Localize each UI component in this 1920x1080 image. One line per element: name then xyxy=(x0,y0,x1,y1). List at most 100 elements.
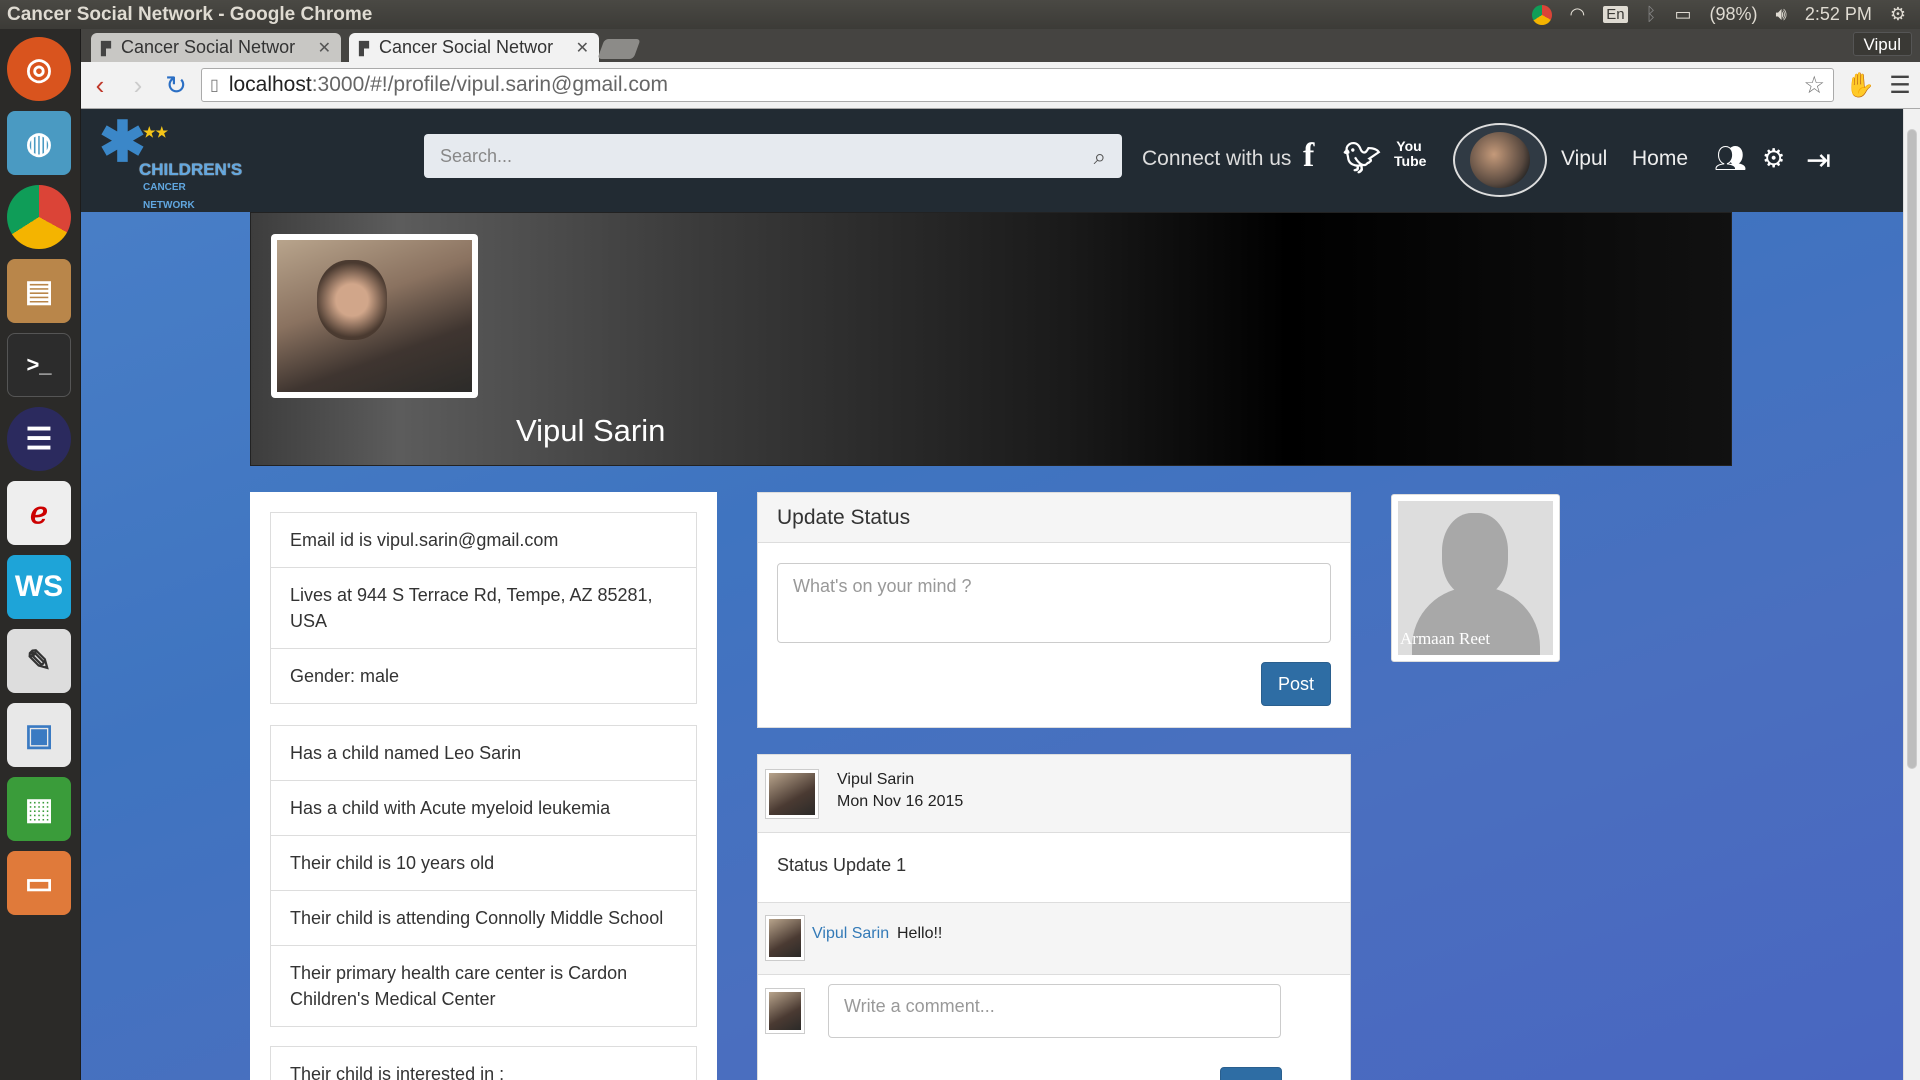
list-item: Their primary health care center is Card… xyxy=(290,963,628,1009)
youtube-icon[interactable]: You Tube xyxy=(1394,139,1426,169)
page-icon: ▯ xyxy=(210,77,219,94)
settings-icon[interactable]: ⚙ xyxy=(1762,143,1785,174)
favicon-icon: ▛ xyxy=(101,41,111,56)
list-item: Their child is 10 years old xyxy=(271,836,696,891)
profile-user-chip[interactable]: Vipul xyxy=(1852,32,1912,56)
image-viewer-icon[interactable]: ▣ xyxy=(7,703,71,767)
groups-icon[interactable]: 👥︎ xyxy=(1714,143,1747,174)
tab-close-icon[interactable]: ✕ xyxy=(318,38,331,58)
child-figure-icon: ✱ xyxy=(99,110,146,173)
profile-info-column: Email id is vipul.sarin@gmail.com Lives … xyxy=(250,492,717,1080)
search-placeholder: Search... xyxy=(440,146,513,166)
back-icon[interactable]: ‹ xyxy=(81,70,119,101)
chrome-indicator-icon[interactable] xyxy=(1531,4,1552,25)
comment-input[interactable]: Write a comment... xyxy=(828,984,1281,1038)
user-avatar[interactable] xyxy=(1453,123,1547,197)
bluetooth-icon[interactable]: ᛒ xyxy=(1646,4,1657,25)
reload-icon[interactable]: ↻ xyxy=(157,70,195,101)
list-item: Their child is attending Connolly Middle… xyxy=(271,891,696,946)
default-avatar-icon xyxy=(1442,513,1508,597)
volume-icon[interactable]: 🔊︎ xyxy=(1775,4,1786,25)
site-logo[interactable]: ★★ ✱ CHILDREN'S CANCER NETWORK xyxy=(99,110,242,212)
page-scrollbar[interactable] xyxy=(1903,109,1920,1080)
list-item: Email id is vipul.sarin@gmail.com xyxy=(271,513,696,568)
post-body: Status Update 1 xyxy=(758,833,1350,903)
address-bar[interactable]: ▯ localhost:3000/#!/profile/vipul.sarin@… xyxy=(201,68,1834,102)
new-tab-button[interactable] xyxy=(597,39,641,59)
post-author-avatar[interactable] xyxy=(765,769,819,819)
tab-inactive[interactable]: ▛ Cancer Social Networ ✕ xyxy=(91,33,341,62)
list-item: Has a child named Leo Sarin xyxy=(271,726,696,781)
commenter-avatar[interactable] xyxy=(765,988,805,1034)
update-status-panel: Update Status What's on your mind ? Post xyxy=(757,492,1351,728)
status-post: Vipul Sarin Mon Nov 16 2015 Status Updat… xyxy=(757,754,1351,1080)
search-icon[interactable]: ⌕ xyxy=(1094,144,1106,170)
wifi-icon[interactable]: ◠ xyxy=(1570,4,1586,25)
post-date: Mon Nov 16 2015 xyxy=(837,793,964,810)
list-item: Their child is interested in : xyxy=(290,1064,505,1080)
list-item: Gender: male xyxy=(290,666,400,686)
window-title: Cancer Social Network - Google Chrome xyxy=(7,3,373,25)
nav-home[interactable]: Home xyxy=(1632,147,1688,171)
files-icon[interactable]: ▤ xyxy=(7,259,71,323)
post-status-button[interactable]: Post xyxy=(1261,662,1331,706)
pdf-reader-icon[interactable]: ℯ xyxy=(7,481,71,545)
url-path: :3000/#!/profile/vipul.sarin@gmail.com xyxy=(311,73,669,96)
twitter-icon[interactable]: 🐦︎ xyxy=(1343,141,1381,176)
stars-icon: ★★ xyxy=(143,124,169,140)
os-top-bar: Cancer Social Network - Google Chrome ◠ … xyxy=(0,0,1920,29)
spreadsheet-icon[interactable]: ▦ xyxy=(7,777,71,841)
settings-gear-icon[interactable]: ⚙ xyxy=(1890,4,1906,25)
eclipse-icon[interactable]: ☰ xyxy=(7,407,71,471)
list-item: Lives at 944 S Terrace Rd, Tempe, AZ 852… xyxy=(271,568,696,649)
clock[interactable]: 2:52 PM xyxy=(1805,4,1872,25)
about-list: Email id is vipul.sarin@gmail.com Lives … xyxy=(270,512,697,704)
tab-label: Cancer Social Networ xyxy=(379,37,554,57)
status-textarea[interactable]: What's on your mind ? xyxy=(777,563,1331,643)
logout-icon[interactable]: ⇥ xyxy=(1806,143,1831,178)
friend-card[interactable]: Armaan Reet xyxy=(1391,494,1560,662)
facebook-icon[interactable]: f xyxy=(1303,137,1314,175)
profile-name: Vipul Sarin xyxy=(516,413,666,448)
list-item: Has a child with Acute myeloid leukemia xyxy=(271,781,696,836)
browser-chrome: ▛ Cancer Social Networ ✕ ▛ Cancer Social… xyxy=(81,29,1920,109)
post-header: Vipul Sarin Mon Nov 16 2015 xyxy=(758,755,1350,833)
bookmark-star-icon[interactable]: ☆ xyxy=(1803,71,1825,100)
scroll-thumb[interactable] xyxy=(1907,129,1917,769)
site-navbar: ★★ ✱ CHILDREN'S CANCER NETWORK Search...… xyxy=(81,109,1903,212)
chrome-menu-icon[interactable]: ☰ xyxy=(1880,71,1920,100)
comment-author-avatar[interactable] xyxy=(765,915,805,961)
panel-heading: Update Status xyxy=(758,493,1350,543)
tab-close-icon[interactable]: ✕ xyxy=(576,38,589,58)
network-app-icon[interactable]: ◍ xyxy=(7,111,71,175)
keyboard-layout[interactable]: En xyxy=(1603,6,1628,23)
url-host: localhost xyxy=(228,73,312,96)
comment-text: Hello!! xyxy=(897,925,943,942)
profile-cover: Vipul Sarin xyxy=(250,212,1732,466)
forward-icon[interactable]: › xyxy=(119,70,157,101)
extension-icon[interactable]: ✋ xyxy=(1840,71,1880,100)
post-author[interactable]: Vipul Sarin xyxy=(837,771,914,789)
connect-label: Connect with us xyxy=(1142,147,1292,170)
unity-launcher: ◎ ◍ ▤ >_ ☰ ℯ WS ✎ ▣ ▦ ▭ xyxy=(0,29,81,1080)
battery-percent[interactable]: (98%) xyxy=(1709,4,1757,25)
webstorm-icon[interactable]: WS xyxy=(7,555,71,619)
comment-author[interactable]: Vipul Sarin xyxy=(812,925,889,943)
logo-line1: CHILDREN'S xyxy=(139,160,243,179)
terminal-icon[interactable]: >_ xyxy=(7,333,71,397)
presentation-icon[interactable]: ▭ xyxy=(7,851,71,915)
tab-label: Cancer Social Networ xyxy=(121,37,296,57)
favicon-icon: ▛ xyxy=(359,41,369,56)
child-info-list: Has a child named Leo Sarin Has a child … xyxy=(270,725,697,1027)
search-input[interactable]: Search... ⌕ xyxy=(424,134,1122,178)
text-editor-icon[interactable]: ✎ xyxy=(7,629,71,693)
profile-photo[interactable] xyxy=(271,234,478,398)
battery-icon[interactable]: ▭ xyxy=(1674,4,1691,25)
tab-active[interactable]: ▛ Cancer Social Networ ✕ xyxy=(349,33,599,62)
logo-line2: CANCER NETWORK xyxy=(143,182,195,211)
friend-name: Armaan Reet xyxy=(1400,629,1491,648)
ubuntu-dash-icon[interactable]: ◎ xyxy=(7,37,71,101)
nav-username[interactable]: Vipul xyxy=(1561,147,1607,171)
chrome-icon[interactable] xyxy=(7,185,71,249)
post-comment-button[interactable]: Post xyxy=(1220,1067,1282,1080)
